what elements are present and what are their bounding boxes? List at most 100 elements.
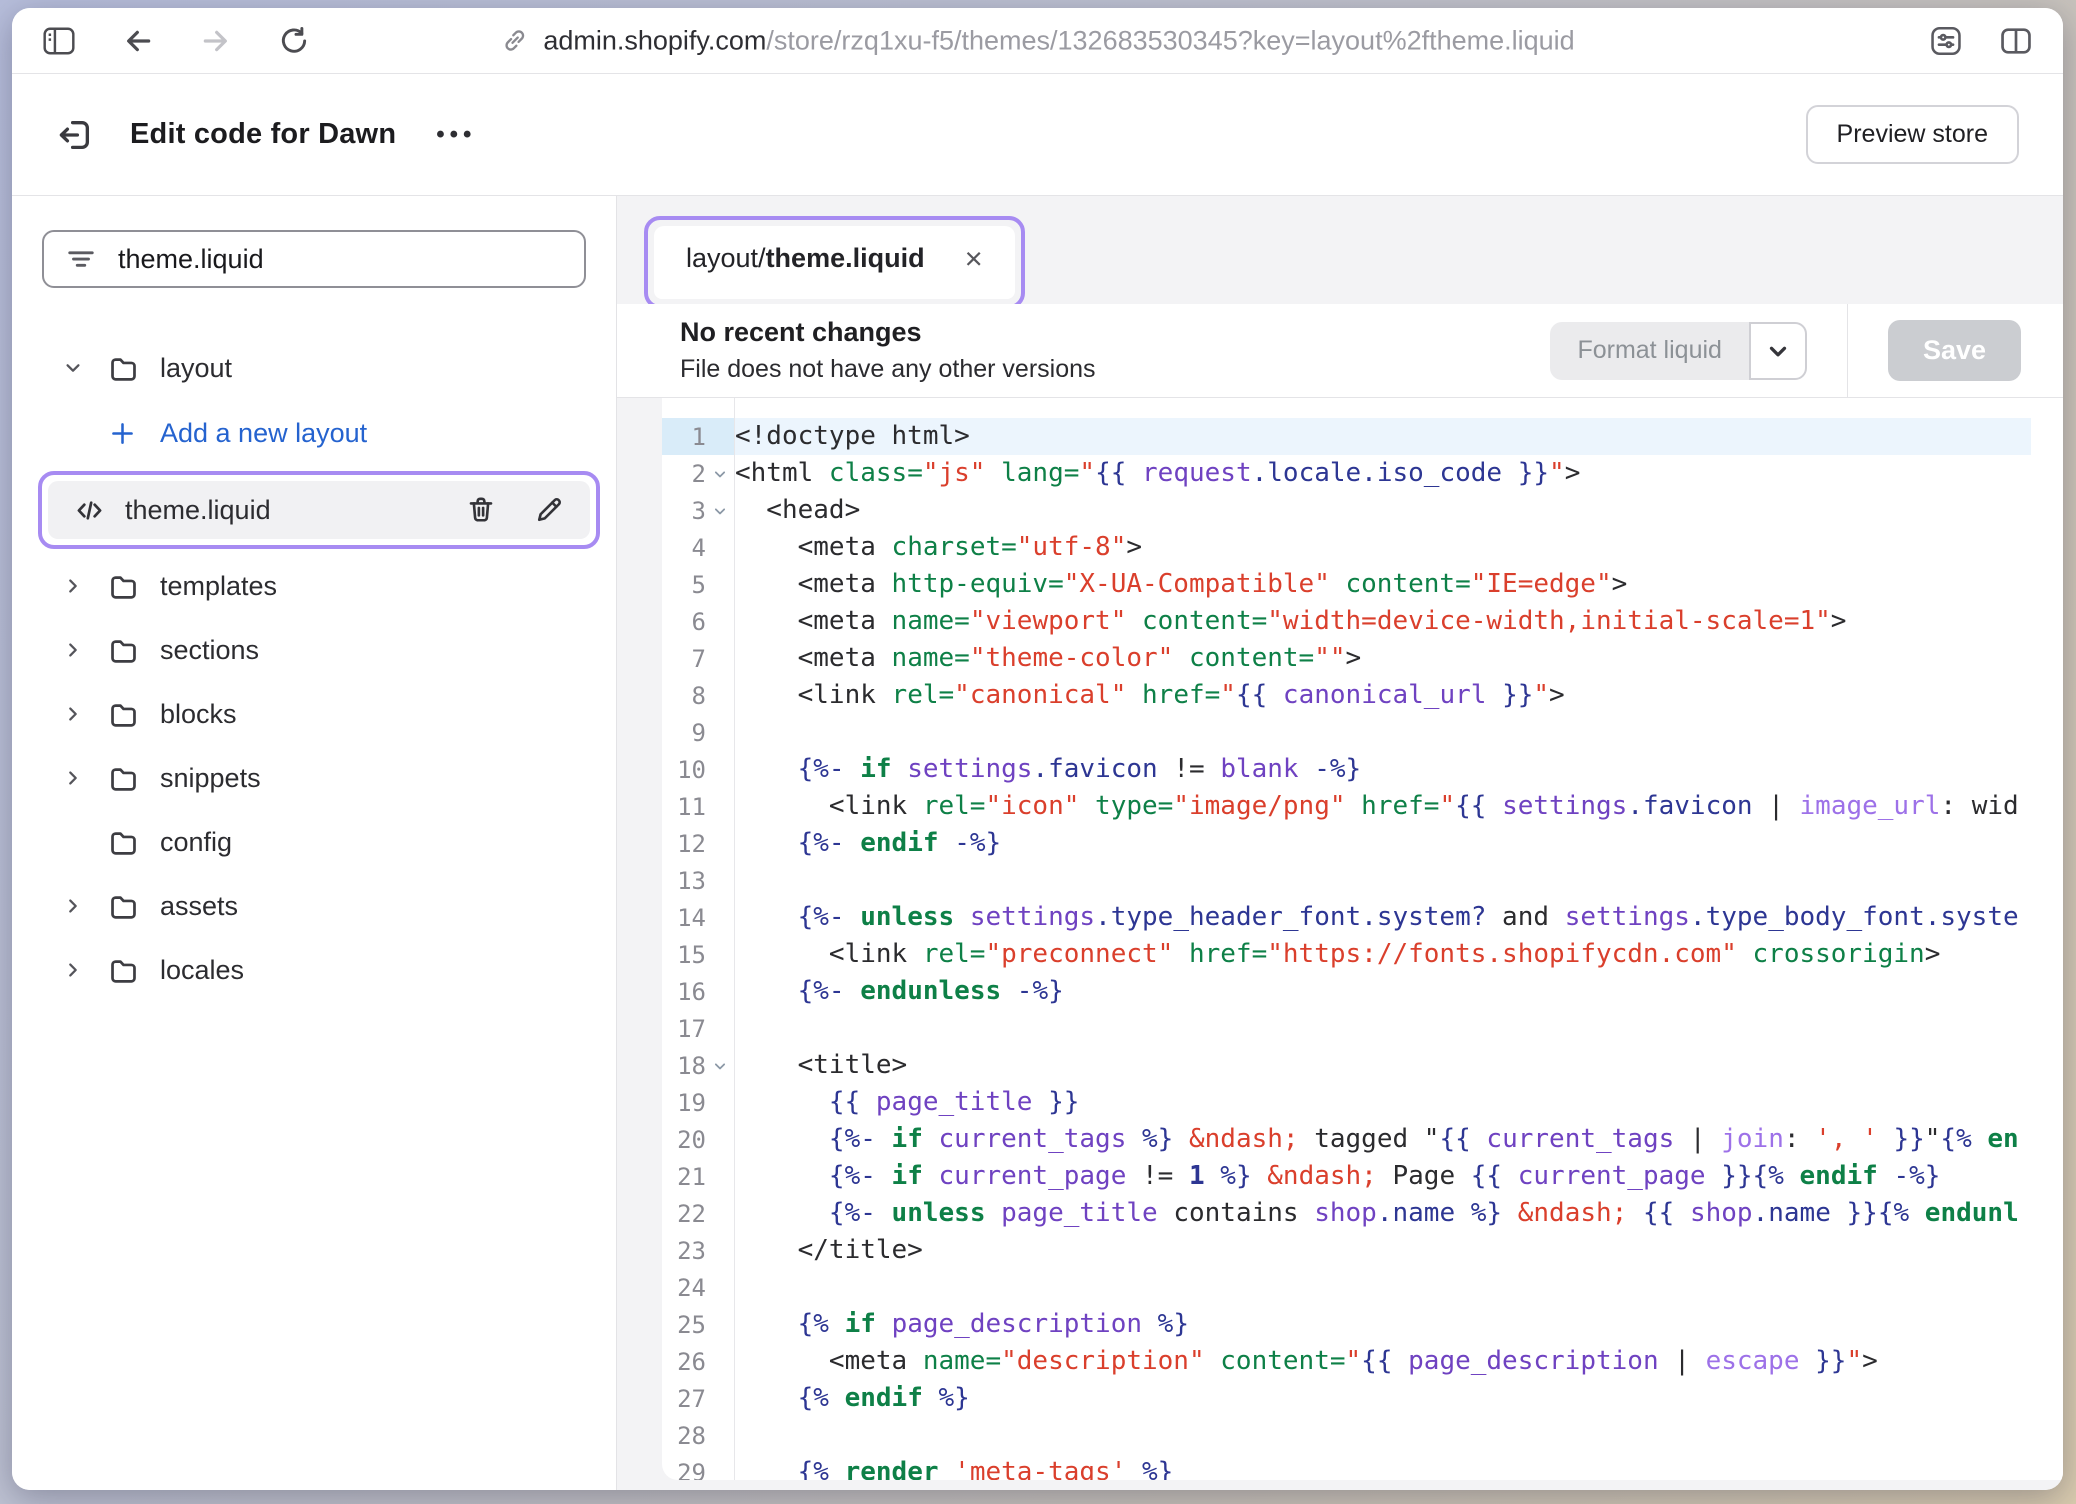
save-button[interactable]: Save [1888, 320, 2021, 381]
folder-label: locales [160, 955, 244, 986]
tab-label: layout/theme.liquid [686, 243, 925, 274]
code-line-4[interactable]: <meta charset="utf-8"> [735, 529, 2031, 566]
code-line-17[interactable] [735, 1010, 2031, 1047]
code-line-27[interactable]: {% endif %} [735, 1380, 2031, 1417]
file-search-input[interactable]: theme.liquid [42, 230, 586, 288]
folder-label: blocks [160, 699, 237, 730]
tree-folder-config[interactable]: config [12, 810, 616, 874]
format-dropdown-button[interactable] [1749, 322, 1807, 380]
folder-icon [108, 891, 160, 922]
line-number: 9 [662, 714, 734, 751]
code-line-8[interactable]: <link rel="canonical" href="{{ canonical… [735, 677, 2031, 714]
code-line-20[interactable]: {%- if current_tags %} &ndash; tagged "{… [735, 1121, 2031, 1158]
folder-icon [108, 827, 160, 858]
code-line-3[interactable]: <head> [735, 492, 2031, 529]
line-number: 7 [662, 640, 734, 677]
fold-toggle-icon[interactable] [706, 1056, 734, 1076]
chevron-right-icon[interactable] [60, 893, 108, 919]
code-line-12[interactable]: {%- endif -%} [735, 825, 2031, 862]
code-line-29[interactable]: {% render 'meta-tags' %} [735, 1454, 2031, 1480]
back-icon[interactable] [122, 25, 154, 57]
split-panel-icon[interactable] [1999, 24, 2033, 58]
code-line-6[interactable]: <meta name="viewport" content="width=dev… [735, 603, 2031, 640]
chevron-right-icon[interactable] [60, 637, 108, 663]
reload-icon[interactable] [278, 25, 310, 57]
code-line-22[interactable]: {%- unless page_title contains shop.name… [735, 1195, 2031, 1232]
chevron-down-icon[interactable] [60, 355, 108, 381]
line-number: 18 [662, 1047, 734, 1084]
tree-folder-assets[interactable]: assets [12, 874, 616, 938]
url-text: admin.shopify.com/store/rzq1xu-f5/themes… [543, 25, 1574, 56]
tree-folder-sections[interactable]: sections [12, 618, 616, 682]
code-editor[interactable]: 1234567891011121314151617181920212223242… [662, 398, 2063, 1480]
code-line-14[interactable]: {%- unless settings.type_header_font.sys… [735, 899, 2031, 936]
code-line-5[interactable]: <meta http-equiv="X-UA-Compatible" conte… [735, 566, 2031, 603]
folder-label: sections [160, 635, 259, 666]
code-line-23[interactable]: </title> [735, 1232, 2031, 1269]
tune-icon[interactable] [1929, 24, 1963, 58]
editor-zone: 1234567891011121314151617181920212223242… [617, 398, 2063, 1490]
code-line-11[interactable]: <link rel="icon" type="image/png" href="… [735, 788, 2031, 825]
line-number: 4 [662, 529, 734, 566]
filter-icon [66, 244, 96, 274]
preview-store-button[interactable]: Preview store [1806, 105, 2019, 164]
file-label: theme.liquid [125, 495, 271, 526]
line-number: 27 [662, 1380, 734, 1417]
line-number: 17 [662, 1010, 734, 1047]
tree-folder-blocks[interactable]: blocks [12, 682, 616, 746]
line-number: 3 [662, 492, 734, 529]
file-sidebar: theme.liquid layoutAdd a new layout theme… [12, 196, 617, 1490]
plus-icon [108, 419, 160, 448]
line-number: 11 [662, 788, 734, 825]
code-line-9[interactable] [735, 714, 2031, 751]
code-line-25[interactable]: {% if page_description %} [735, 1306, 2031, 1343]
code-line-10[interactable]: {%- if settings.favicon != blank -%} [735, 751, 2031, 788]
code-file-icon [74, 495, 105, 526]
code-line-13[interactable] [735, 862, 2031, 899]
tree-folder-locales[interactable]: locales [12, 938, 616, 1002]
code-line-26[interactable]: <meta name="description" content="{{ pag… [735, 1343, 2031, 1380]
code-line-16[interactable]: {%- endunless -%} [735, 973, 2031, 1010]
fold-toggle-icon[interactable] [706, 501, 734, 521]
pencil-icon[interactable] [534, 495, 564, 525]
line-number: 29 [662, 1454, 734, 1480]
code-line-28[interactable] [735, 1417, 2031, 1454]
kebab-menu-icon[interactable]: ••• [436, 121, 476, 149]
format-liquid-button[interactable]: Format liquid [1550, 322, 1749, 380]
code-line-1[interactable]: <!doctype html> [735, 418, 2031, 455]
code-line-2[interactable]: <html class="js" lang="{{ request.locale… [735, 455, 2031, 492]
close-icon[interactable]: × [965, 243, 983, 274]
line-number: 24 [662, 1269, 734, 1306]
line-number-gutter: 1234567891011121314151617181920212223242… [662, 398, 735, 1480]
code-line-19[interactable]: {{ page_title }} [735, 1084, 2031, 1121]
code-line-24[interactable] [735, 1269, 2031, 1306]
tree-folder-snippets[interactable]: snippets [12, 746, 616, 810]
chevron-right-icon[interactable] [60, 957, 108, 983]
tree-file-theme-liquid[interactable]: theme.liquid [48, 481, 590, 539]
add-layout-button[interactable]: Add a new layout [12, 400, 616, 466]
code-line-7[interactable]: <meta name="theme-color" content=""> [735, 640, 2031, 677]
line-number: 22 [662, 1195, 734, 1232]
code-line-21[interactable]: {%- if current_page != 1 %} &ndash; Page… [735, 1158, 2031, 1195]
exit-icon[interactable] [56, 116, 94, 154]
trash-icon[interactable] [466, 495, 496, 525]
code-area[interactable]: <!doctype html><html class="js" lang="{{… [735, 398, 2063, 1480]
chevron-right-icon[interactable] [60, 573, 108, 599]
line-number: 13 [662, 862, 734, 899]
chevron-right-icon[interactable] [60, 765, 108, 791]
sidebar-toggle-icon[interactable] [42, 26, 76, 56]
code-line-18[interactable]: <title> [735, 1047, 2031, 1084]
line-number: 12 [662, 825, 734, 862]
fold-toggle-icon[interactable] [706, 464, 734, 484]
tree-folder-layout[interactable]: layout [12, 336, 616, 400]
folder-icon [108, 763, 160, 794]
chevron-right-icon[interactable] [60, 701, 108, 727]
url-bar[interactable]: admin.shopify.com/store/rzq1xu-f5/themes… [500, 25, 1574, 56]
forward-icon[interactable] [200, 25, 232, 57]
tab-theme-liquid[interactable]: layout/theme.liquid × [654, 226, 1015, 299]
code-line-15[interactable]: <link rel="preconnect" href="https://fon… [735, 936, 2031, 973]
line-number: 20 [662, 1121, 734, 1158]
line-number: 8 [662, 677, 734, 714]
tree-folder-templates[interactable]: templates [12, 554, 616, 618]
format-liquid-split-button: Format liquid [1550, 322, 1807, 380]
